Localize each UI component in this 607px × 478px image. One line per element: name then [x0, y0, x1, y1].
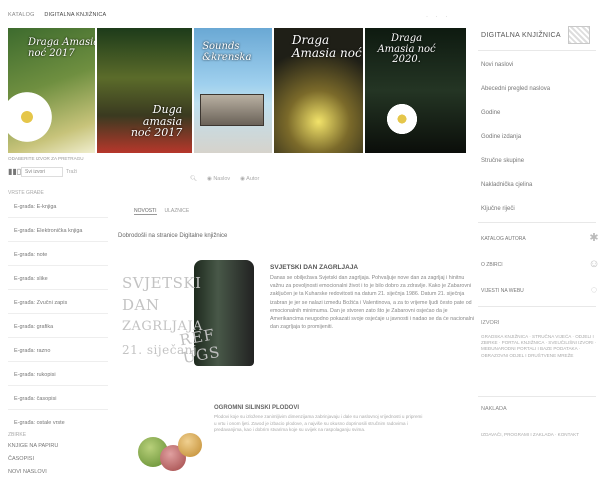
sidebar-link-new-titles[interactable]: Novi naslovi — [481, 62, 513, 68]
person-icon: ☺ — [588, 258, 600, 270]
poster-line: SVJETSKI — [122, 274, 202, 292]
welcome-text: Dobrodošli na stranice Digitalne knjižni… — [118, 233, 228, 239]
flower-image — [8, 88, 56, 146]
banner-cover-title: Draga Amasia noć 2017 — [28, 37, 95, 59]
left-nav-heading: ZBIRKE — [8, 432, 27, 438]
banner-cover-title: Draga Amasia noć 2020. — [377, 33, 436, 65]
sidebar-link-keywords[interactable]: Ključne riječi — [481, 206, 515, 212]
fruit-image[interactable] — [130, 425, 210, 475]
search-icon[interactable]: 🔍︎ — [190, 176, 197, 182]
gear-icon: ✱ — [589, 232, 599, 244]
banner-cover-3[interactable]: Sounds &krenska — [194, 28, 272, 153]
search-radio-title[interactable]: ◉ Naslov — [207, 176, 230, 182]
top-nav: KATALOG DIGITALNA KNJIŽNICA — [8, 12, 114, 18]
publishing-list[interactable]: IZDAVAČI, PROGRAMI I ZAKLADA · KONTAKT — [481, 432, 599, 438]
source-picker-label: ODABERITE IZVOR ZA PRETRAGU — [8, 156, 84, 161]
sidebar-link-years[interactable]: Godine — [481, 110, 500, 116]
left-nav-item[interactable]: E-građa: grafika — [14, 324, 53, 330]
divider — [8, 241, 108, 242]
poster-overlay-text: REF UGS — [178, 325, 222, 368]
tab-news[interactable]: NOVOSTI — [134, 208, 157, 215]
divider — [8, 361, 108, 362]
topnav-catalog-link[interactable]: KATALOG — [8, 12, 35, 18]
source-select[interactable]: Svi izvori — [21, 167, 63, 177]
flower-image — [385, 102, 420, 136]
sidebar-title: DIGITALNA KNJIŽNICA — [481, 32, 561, 39]
globe-icon: ◌ — [590, 284, 598, 296]
radio-label: Naslov — [213, 176, 231, 182]
window-dots-icon: · · · — [426, 14, 451, 20]
topnav-digital-library-link[interactable]: DIGITALNA KNJIŽNICA — [44, 12, 106, 18]
hug-day-poster[interactable]: SVJETSKI DAN ZAGRLJAJA 21. siječanj REF … — [122, 260, 267, 378]
library-logo-icon — [568, 26, 590, 44]
article-body: Danas se obilježava Svjetski dan zagrlja… — [270, 275, 475, 331]
left-nav-item[interactable]: E-građa: slike — [14, 276, 48, 282]
books-icon: ▮▮▯ — [8, 167, 22, 176]
left-nav-item[interactable]: ČASOPISI — [8, 456, 34, 462]
sidebar-link-web-news[interactable]: VIJESTI NA WEBU — [481, 288, 524, 294]
banner-cover-title: Duga amasia noć 2017 — [130, 103, 183, 140]
publishing-heading: NAKLADA — [481, 406, 507, 412]
divider — [478, 50, 596, 51]
poster-line: DAN — [122, 296, 160, 314]
left-nav-item[interactable]: E-građa: ostale vrste — [14, 420, 65, 426]
sidebar-link-publication-years[interactable]: Godine izdanja — [481, 134, 521, 140]
banner-cover-4[interactable]: Draga Amasia noć — [273, 28, 364, 153]
divider — [8, 409, 108, 410]
banner-cover-title: Sounds &krenska — [202, 41, 252, 63]
content-tabs: NOVOSTI ULAZNICE — [134, 208, 189, 215]
source-picker: ▮▮▯ Svi izvori Traži — [8, 167, 77, 177]
banner-cover-2[interactable]: Duga amasia noć 2017 — [96, 28, 193, 153]
left-nav-item[interactable]: E-građa: časopisi — [14, 396, 57, 402]
radio-label: Autor — [246, 176, 260, 182]
left-nav-item[interactable]: E-građa: razno — [14, 348, 50, 354]
sidebar-link-publisher-series[interactable]: Nakladnička cjelina — [481, 182, 532, 188]
left-nav-item[interactable]: E-građa: Zvučni zapis — [14, 300, 67, 306]
left-nav-item[interactable]: E-građa: E-knjiga — [14, 204, 57, 210]
search-bar: 🔍︎ ◉ Naslov ◉ Autor — [190, 176, 259, 182]
divider — [478, 396, 596, 397]
sidebar-link-author-catalog[interactable]: KATALOG AUTORA — [481, 236, 526, 242]
divider — [8, 265, 108, 266]
banner-cover-5[interactable]: Draga Amasia noć 2020. — [365, 28, 466, 153]
article-title[interactable]: OGROMNI SILINSKI PLODOVI — [214, 405, 299, 411]
sidebar-link-subject-groups[interactable]: Stručne skupine — [481, 158, 524, 164]
left-nav-item[interactable]: KNJIGE NA PAPIRU — [8, 443, 58, 449]
divider — [478, 222, 596, 223]
banner-cover-1[interactable]: Draga Amasia noć 2017 — [8, 28, 95, 153]
sources-list[interactable]: GRADSKA KNJIŽNICA · STRUČNA VIJEĆA · ODJ… — [481, 334, 599, 359]
box-image — [200, 94, 265, 126]
sidebar-link-about-collection[interactable]: O ZBIRCI — [481, 262, 503, 268]
divider — [8, 337, 108, 338]
left-nav-item[interactable]: E-građa: note — [14, 252, 47, 258]
divider — [8, 313, 108, 314]
fruit-shape — [178, 433, 202, 457]
divider — [8, 217, 108, 218]
left-nav-item[interactable]: NOVI NASLOVI — [8, 469, 47, 475]
sidebar-link-alphabetical[interactable]: Abecedni pregled naslova — [481, 86, 550, 92]
divider — [478, 306, 596, 307]
article-title[interactable]: SVJETSKI DAN ZAGRLJAJA — [270, 264, 358, 271]
sources-heading: IZVORI — [481, 320, 500, 326]
banner-carousel[interactable]: Draga Amasia noć 2017 Duga amasia noć 20… — [8, 28, 466, 153]
left-nav-item[interactable]: E-građa: rukopisi — [14, 372, 56, 378]
left-nav-heading: VRSTE GRAĐE — [8, 190, 44, 196]
banner-cover-title: Draga Amasia noć — [291, 33, 362, 60]
tab-tickets[interactable]: ULAZNICE — [165, 208, 190, 215]
divider — [8, 289, 108, 290]
divider — [8, 385, 108, 386]
search-radio-author[interactable]: ◉ Autor — [240, 176, 259, 182]
article-body: Plodovi koje su izložene zanimljivim dim… — [214, 414, 423, 433]
source-go-button[interactable]: Traži — [66, 169, 77, 175]
left-nav-item[interactable]: E-građa: Elektronička knjiga — [14, 228, 82, 234]
